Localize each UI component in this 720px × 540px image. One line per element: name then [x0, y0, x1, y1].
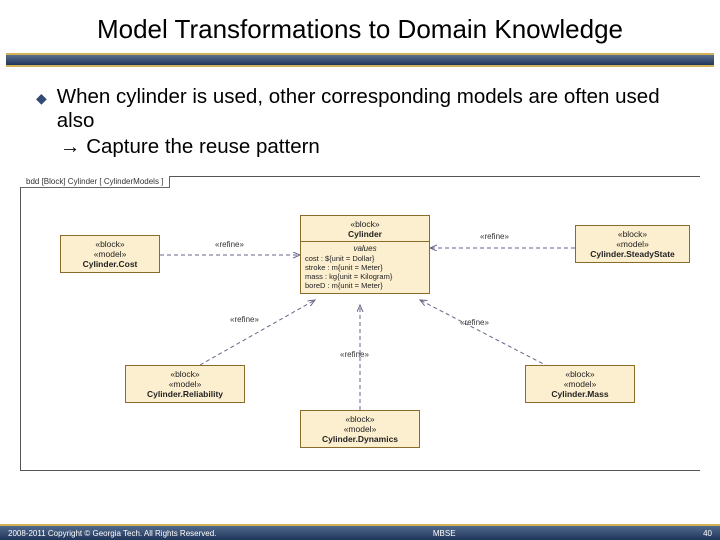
- stereotype: «model»: [65, 249, 155, 259]
- stereotype: «block»: [530, 369, 630, 379]
- value-row: boreD : m{unit = Meter}: [305, 281, 425, 290]
- stereotype: «block»: [130, 369, 240, 379]
- diamond-bullet-icon: ◆: [36, 90, 47, 107]
- block-name: Cylinder.Mass: [530, 389, 630, 399]
- body-text: ◆ When cylinder is used, other correspon…: [0, 67, 720, 160]
- slide-title: Model Transformations to Domain Knowledg…: [0, 0, 720, 53]
- bullet-row: ◆ When cylinder is used, other correspon…: [36, 85, 684, 133]
- block-name: Cylinder.Reliability: [130, 389, 240, 399]
- footer-page-number: 40: [672, 529, 712, 538]
- footer-bar: 2008-2011 Copyright © Georgia Tech. All …: [0, 524, 720, 540]
- diagram: bdd [Block] Cylinder [ CylinderModels ] …: [20, 170, 700, 480]
- followup-line: → Capture the reuse pattern: [36, 135, 684, 159]
- refine-label: «refine»: [460, 318, 489, 327]
- title-bar: [6, 53, 714, 67]
- stereotype: «block»: [305, 414, 415, 424]
- bullet-text: When cylinder is used, other correspondi…: [57, 85, 684, 133]
- block-cylinder: «block» Cylinder values cost : ${unit = …: [300, 215, 430, 294]
- block-cylinder-cost: «block» «model» Cylinder.Cost: [60, 235, 160, 274]
- values-header: values: [305, 244, 425, 254]
- stereotype: «block»: [580, 229, 685, 239]
- refine-label: «refine»: [340, 350, 369, 359]
- refine-label: «refine»: [230, 315, 259, 324]
- refine-label: «refine»: [480, 232, 509, 241]
- arrow-icon: →: [60, 135, 81, 158]
- value-row: stroke : m{unit = Meter}: [305, 263, 425, 272]
- block-name: Cylinder.SteadyState: [580, 249, 685, 259]
- refine-label: «refine»: [215, 240, 244, 249]
- stereotype: «block»: [65, 239, 155, 249]
- stereotype: «model»: [530, 379, 630, 389]
- diagram-tab: bdd [Block] Cylinder [ CylinderModels ]: [20, 176, 170, 188]
- stereotype: «model»: [305, 424, 415, 434]
- stereotype: «model»: [130, 379, 240, 389]
- block-cylinder-mass: «block» «model» Cylinder.Mass: [525, 365, 635, 404]
- stereotype: «model»: [580, 239, 685, 249]
- block-cylinder-steadystate: «block» «model» Cylinder.SteadyState: [575, 225, 690, 264]
- footer-center: MBSE: [216, 529, 672, 538]
- stereotype: «block»: [305, 219, 425, 229]
- block-name: Cylinder: [305, 229, 425, 239]
- value-row: mass : kg{unit = Kilogram}: [305, 272, 425, 281]
- block-cylinder-reliability: «block» «model» Cylinder.Reliability: [125, 365, 245, 404]
- block-name: Cylinder.Dynamics: [305, 434, 415, 444]
- block-name: Cylinder.Cost: [65, 259, 155, 269]
- followup-text: Capture the reuse pattern: [86, 135, 320, 158]
- value-row: cost : ${unit = Dollar}: [305, 254, 425, 263]
- footer-copyright: 2008-2011 Copyright © Georgia Tech. All …: [8, 529, 216, 538]
- block-cylinder-dynamics: «block» «model» Cylinder.Dynamics: [300, 410, 420, 449]
